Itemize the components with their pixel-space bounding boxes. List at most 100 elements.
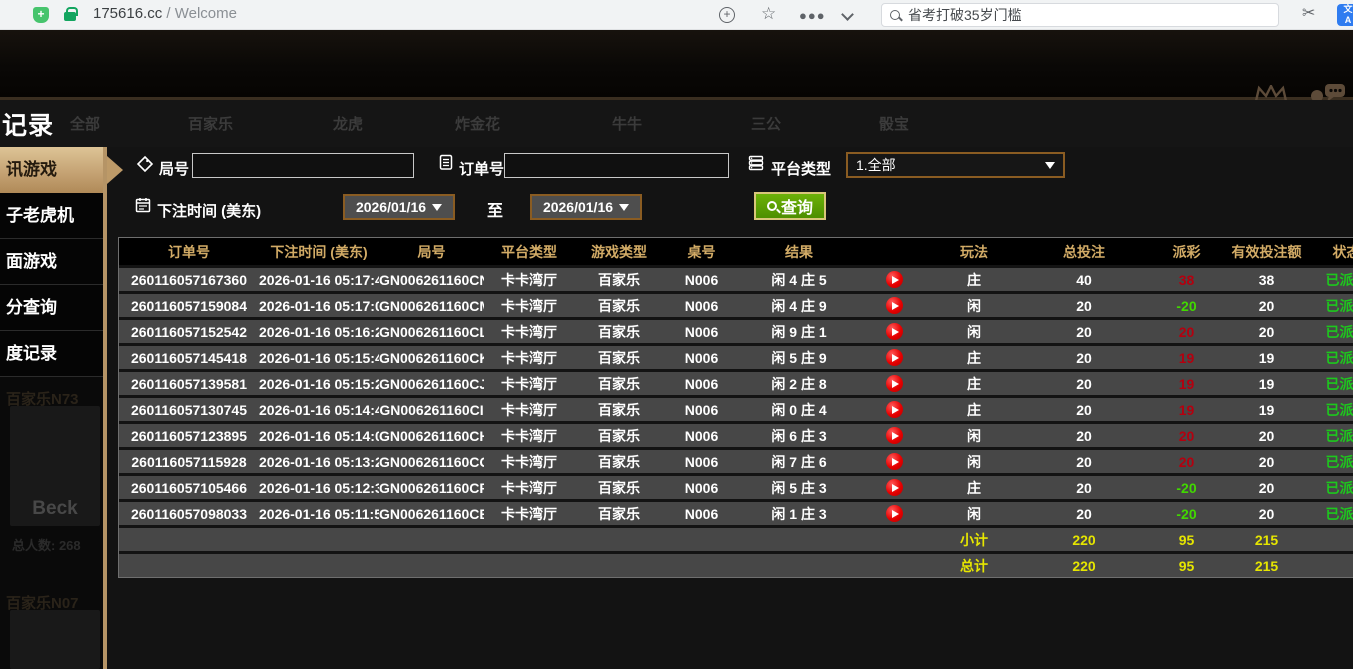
column-header: 结果 [739, 242, 859, 262]
circled-plus-icon[interactable]: + [719, 7, 735, 23]
sidebar-item[interactable]: 子老虎机 [0, 193, 103, 239]
translate-icon[interactable]: 文A [1337, 4, 1353, 26]
cell-status: 已派彩 [1309, 452, 1353, 472]
replay-play-icon[interactable] [886, 505, 903, 522]
favorite-star-icon[interactable]: ☆ [761, 5, 776, 23]
total-row: 总计22095215 [119, 551, 1353, 577]
sidebar-item[interactable]: 讯游戏 [0, 147, 103, 193]
translate-char-1: 文 [1343, 4, 1352, 14]
sidebar-item[interactable]: 面游戏 [0, 239, 103, 285]
query-button-label: 查询 [781, 194, 813, 218]
cell-total-bet: 20 [1019, 428, 1149, 444]
cell-status: 已派彩 [1309, 348, 1353, 368]
cell-order-number: 260116057159084 [119, 298, 259, 314]
cell-table-number: N006 [664, 454, 739, 470]
ghost-tab[interactable]: 百家乐 [188, 113, 233, 134]
ghost-dealer1-name: Beck [32, 498, 77, 526]
cell-round-number: GN006261160CN [379, 272, 484, 288]
round-number-label: 局号 [159, 158, 189, 179]
cell-platform: 卡卡湾厅 [484, 270, 574, 290]
replay-play-icon[interactable] [886, 323, 903, 340]
cell-table-number: N006 [664, 298, 739, 314]
cell-platform: 卡卡湾厅 [484, 348, 574, 368]
cell-game-type: 百家乐 [574, 348, 664, 368]
cell-round-number: GN006261160CL [379, 324, 484, 340]
table-row: 2601160571238952026-01-16 05:14:06GN0062… [119, 421, 1353, 447]
page: + 175616.cc / Welcome + ☆ ●●● 省考打破35岁门槛 … [0, 0, 1353, 669]
replay-play-icon[interactable] [886, 479, 903, 496]
cell-bet-side: 庄 [929, 348, 1019, 368]
cell-payout: 19 [1149, 376, 1224, 392]
tag-icon [136, 155, 154, 173]
subtotal-row-valid-bet: 215 [1224, 532, 1309, 548]
cell-total-bet: 20 [1019, 376, 1149, 392]
column-header: 游戏类型 [574, 242, 664, 262]
sidebar: 讯游戏子老虎机面游戏分查询度记录 百家乐N73 Beck 总人数: 268 百家… [0, 147, 107, 669]
cell-table-number: N006 [664, 272, 739, 288]
cell-total-bet: 20 [1019, 402, 1149, 418]
cell-platform: 卡卡湾厅 [484, 322, 574, 342]
column-header: 有效投注额 [1224, 242, 1309, 262]
browser-address-bar: + 175616.cc / Welcome + ☆ ●●● 省考打破35岁门槛 … [0, 0, 1353, 30]
replay-play-icon[interactable] [886, 427, 903, 444]
cell-table-number: N006 [664, 350, 739, 366]
platform-type-select[interactable]: 1.全部 [846, 152, 1065, 178]
cell-bet-time: 2026-01-16 05:15:49 [259, 350, 379, 366]
cell-result: 闲 4 庄 5 [739, 270, 859, 290]
column-header: 总投注 [1019, 242, 1149, 262]
table-row: 2601160571590842026-01-16 05:17:01GN0062… [119, 291, 1353, 317]
replay-play-icon[interactable] [886, 349, 903, 366]
cell-status: 已派彩 [1309, 426, 1353, 446]
ghost-tab[interactable]: 龙虎 [333, 113, 363, 134]
adblock-shield-icon[interactable]: + [33, 7, 49, 23]
ghost-tab[interactable]: 全部 [70, 113, 100, 134]
subtotal-row: 小计22095215 [119, 525, 1353, 551]
browser-search-box[interactable]: 省考打破35岁门槛 [881, 3, 1279, 27]
cell-total-bet: 20 [1019, 480, 1149, 496]
url-text[interactable]: 175616.cc / Welcome [93, 5, 237, 22]
cell-bet-time: 2026-01-16 05:12:36 [259, 480, 379, 496]
replay-play-icon[interactable] [886, 401, 903, 418]
url-page: Welcome [175, 5, 237, 22]
replay-play-icon[interactable] [886, 453, 903, 470]
cell-result: 闲 5 庄 9 [739, 348, 859, 368]
cell-order-number: 260116057145418 [119, 350, 259, 366]
cell-replay [859, 427, 929, 445]
cell-game-type: 百家乐 [574, 426, 664, 446]
cell-valid-bet: 20 [1224, 480, 1309, 496]
order-number-label: 订单号 [459, 158, 504, 179]
cell-replay [859, 349, 929, 367]
table-row: 2601160571054662026-01-16 05:12:36GN0062… [119, 473, 1353, 499]
replay-play-icon[interactable] [886, 297, 903, 314]
ghost-tab[interactable]: 炸金花 [455, 113, 500, 134]
query-button[interactable]: 查询 [754, 192, 826, 220]
more-menu-icon[interactable]: ●●● [799, 7, 826, 25]
replay-play-icon[interactable] [886, 375, 903, 392]
cell-bet-time: 2026-01-16 05:17:40 [259, 272, 379, 288]
ssl-lock-icon[interactable] [64, 12, 76, 21]
date-from-select[interactable]: 2026/01/16 [343, 194, 455, 220]
cell-status: 已派彩 [1309, 478, 1353, 498]
column-header: 派彩 [1149, 242, 1224, 262]
cell-bet-side: 闲 [929, 426, 1019, 446]
screenshot-scissors-icon[interactable]: ✂ [1302, 5, 1315, 23]
ghost-dealer2-photo [10, 610, 100, 669]
cell-total-bet: 20 [1019, 298, 1149, 314]
sidebar-item[interactable]: 分查询 [0, 285, 103, 331]
ghost-tab[interactable]: 骰宝 [879, 113, 909, 134]
total-row-payout: 95 [1149, 558, 1224, 574]
cell-total-bet: 20 [1019, 506, 1149, 522]
cell-payout: 20 [1149, 324, 1224, 340]
cell-order-number: 260116057105466 [119, 480, 259, 496]
ghost-tab[interactable]: 三公 [751, 113, 781, 134]
round-number-input[interactable] [192, 153, 414, 178]
replay-play-icon[interactable] [886, 271, 903, 288]
ghost-tab[interactable]: 牛牛 [612, 113, 642, 134]
cell-round-number: GN006261160CI [379, 402, 484, 418]
chevron-down-icon[interactable] [841, 8, 854, 21]
cell-bet-side: 庄 [929, 478, 1019, 498]
cell-game-type: 百家乐 [574, 374, 664, 394]
sidebar-item[interactable]: 度记录 [0, 331, 103, 377]
order-number-input[interactable] [504, 153, 729, 178]
date-to-select[interactable]: 2026/01/16 [530, 194, 642, 220]
